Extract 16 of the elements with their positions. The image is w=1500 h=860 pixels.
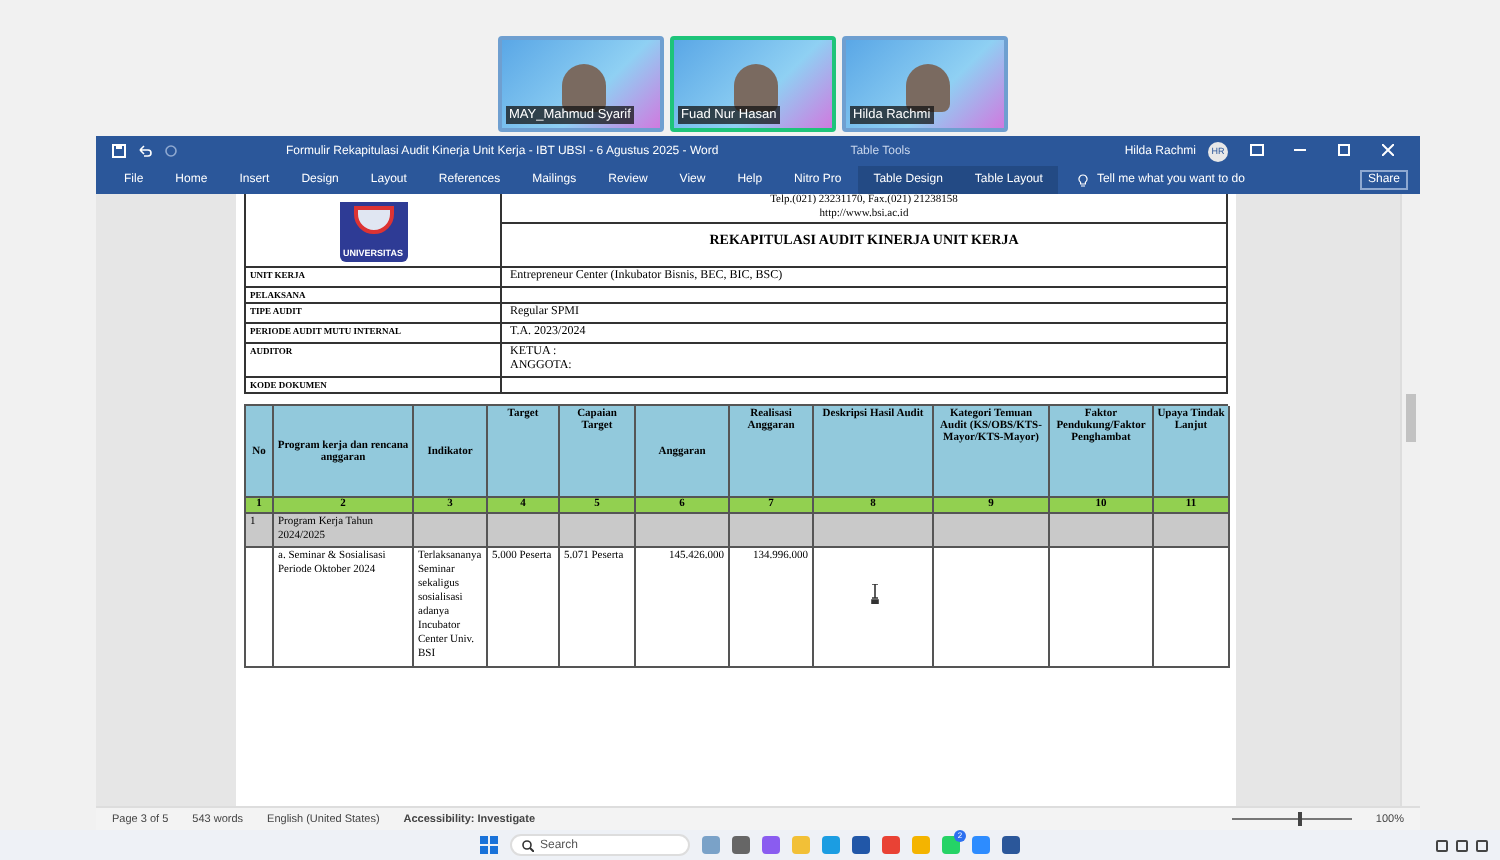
app-icon[interactable] [852,836,870,854]
windows-start-icon[interactable] [480,836,498,854]
maximize-icon[interactable] [1338,143,1350,155]
ribbon-display-icon[interactable] [1249,143,1263,155]
zoom-thumb[interactable] [1297,812,1302,826]
word-icon[interactable] [1002,836,1020,854]
save-icon[interactable] [112,144,126,158]
vertical-scrollbar[interactable] [1400,194,1420,806]
minimize-icon[interactable] [1294,143,1306,155]
search-icon [522,839,534,851]
person-silhouette-icon [905,64,949,112]
lightbulb-icon [1078,173,1089,187]
text-cursor-icon [870,584,880,604]
close-icon[interactable] [1382,143,1394,155]
undo-icon[interactable] [138,144,152,158]
video-call-icon[interactable] [972,836,990,854]
